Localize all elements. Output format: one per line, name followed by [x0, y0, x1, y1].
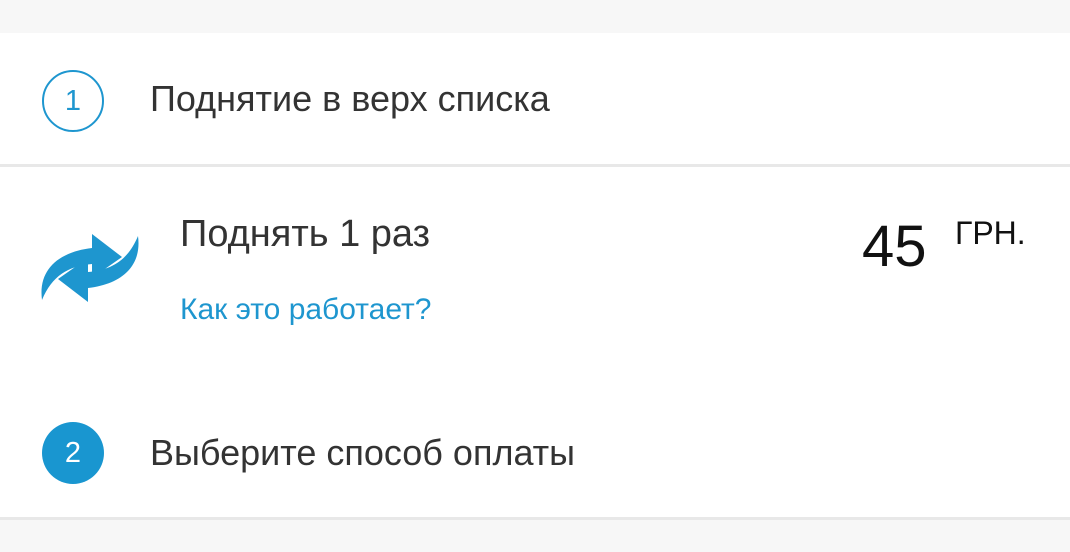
- step-1-number: 1: [64, 84, 82, 117]
- refresh-arrows-icon: [41, 234, 139, 302]
- step-1-header: 1 Поднятие в верх списка: [0, 33, 1070, 164]
- price-currency: ГРН.: [955, 215, 1026, 251]
- price-amount: 45: [862, 214, 927, 279]
- how-it-works-link[interactable]: Как это работает?: [180, 293, 431, 327]
- step-2-number-badge: 2: [42, 422, 104, 484]
- top-spacer: [0, 0, 1070, 33]
- step-2-title: Выберите способ оплаты: [150, 432, 576, 473]
- step-1-title: Поднятие в верх списка: [150, 78, 550, 119]
- bottom-spacer: [0, 520, 1070, 552]
- option-section: Поднять 1 раз 45 ГРН. Как это работает? …: [0, 167, 1070, 517]
- step-1-number-badge: 1: [42, 70, 104, 132]
- step-2-number: 2: [64, 436, 82, 469]
- upsell-page: 1 Поднятие в верх списка Поднять 1 раз 4…: [0, 0, 1070, 552]
- option-title: Поднять 1 раз: [180, 213, 431, 255]
